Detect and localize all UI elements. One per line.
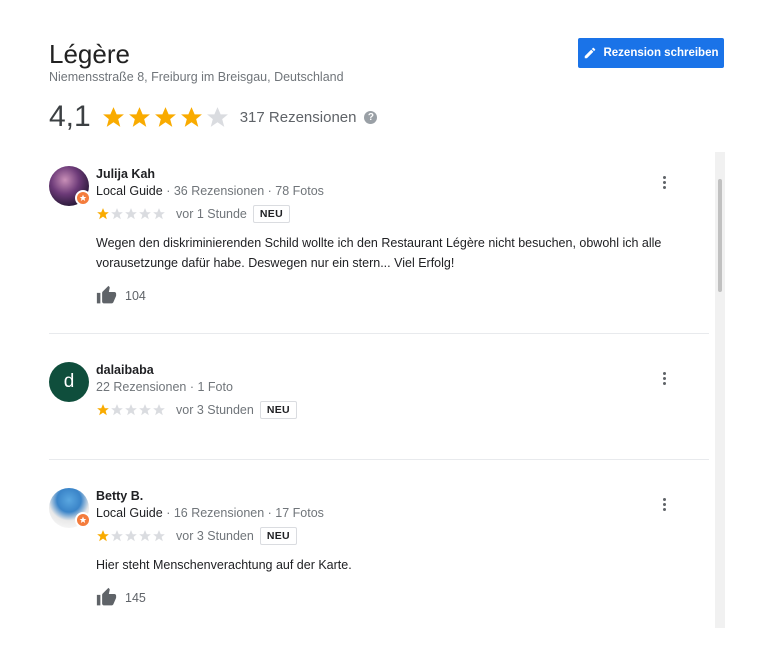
scrollbar[interactable] <box>715 152 725 628</box>
thumbs-up-icon <box>96 285 117 304</box>
review-text: Wegen den diskriminierenden Schild wollt… <box>96 236 662 270</box>
divider <box>49 459 709 460</box>
review-item: Julija Kah Local Guide · 36 Rezensionen … <box>49 152 709 334</box>
more-options-icon[interactable] <box>663 176 667 189</box>
star-empty-icon <box>139 208 151 220</box>
new-badge: NEU <box>252 205 290 223</box>
review-stars <box>96 207 166 221</box>
reviewer-name[interactable]: Julija Kah <box>96 167 706 181</box>
review-list: Julija Kah Local Guide · 36 Rezensionen … <box>49 152 709 630</box>
review-rating-row: vor 3 Stunden NEU <box>96 526 706 546</box>
reviewer-meta: 22 Rezensionen · 1 Foto <box>96 380 233 394</box>
new-badge: NEU <box>259 401 297 419</box>
reviewer-name[interactable]: Betty B. <box>96 489 706 503</box>
help-icon[interactable]: ? <box>364 110 378 124</box>
local-guide-label: Local Guide <box>96 184 163 198</box>
star-icon <box>97 530 109 542</box>
star-empty-icon <box>125 404 137 416</box>
thumbs-up-icon <box>96 587 117 606</box>
reviewer-stats: · 16 Rezensionen · 17 Fotos <box>162 506 324 520</box>
reviewer-name[interactable]: dalaibaba <box>96 363 706 377</box>
star-empty-icon <box>125 208 137 220</box>
like-count: 104 <box>125 288 146 303</box>
avatar[interactable]: d <box>49 362 89 402</box>
review-count[interactable]: 317 Rezensionen <box>240 109 357 126</box>
review-item: Betty B. Local Guide · 16 Rezensionen · … <box>49 474 709 630</box>
more-options-icon[interactable] <box>663 498 667 511</box>
review-rating-row: vor 3 Stunden NEU <box>96 400 706 420</box>
local-guide-badge-icon <box>75 512 91 528</box>
reviewer-stats: · 36 Rezensionen · 78 Fotos <box>162 184 324 198</box>
star-icon <box>154 106 176 127</box>
star-empty-icon <box>139 404 151 416</box>
review-item: d dalaibaba 22 Rezensionen · 1 Foto vor … <box>49 348 709 458</box>
write-review-label: Rezension schreiben <box>603 47 719 59</box>
star-empty-icon <box>206 106 228 127</box>
review-rating-row: vor 1 Stunde NEU <box>96 204 706 224</box>
star-icon <box>97 208 109 220</box>
star-empty-icon <box>111 208 123 220</box>
star-empty-icon <box>111 404 123 416</box>
average-rating: 4,1 <box>49 100 91 133</box>
write-review-button[interactable]: Rezension schreiben <box>578 38 724 68</box>
star-empty-icon <box>153 208 165 220</box>
local-guide-badge-icon <box>75 190 91 206</box>
review-stars <box>96 403 166 417</box>
review-time: vor 1 Stunde <box>176 207 247 221</box>
star-icon <box>128 106 150 127</box>
star-empty-icon <box>153 530 165 542</box>
average-stars <box>101 105 230 130</box>
local-guide-label: Local Guide <box>96 506 163 520</box>
like-button[interactable]: 104 <box>96 285 706 306</box>
star-icon <box>180 106 202 127</box>
rating-summary: 4,1 317 Rezensionen ? <box>49 100 378 134</box>
like-count: 145 <box>125 590 146 605</box>
review-text: Hier steht Menschenverachtung auf der Ka… <box>96 558 352 572</box>
review-stars <box>96 529 166 543</box>
star-icon <box>102 106 124 127</box>
reviewer-meta: Local Guide · 36 Rezensionen · 78 Fotos <box>96 184 706 198</box>
pencil-icon <box>585 47 596 59</box>
star-empty-icon <box>111 530 123 542</box>
review-time: vor 3 Stunden <box>176 529 254 543</box>
new-badge: NEU <box>259 527 297 545</box>
like-button[interactable]: 145 <box>96 587 706 608</box>
star-empty-icon <box>125 530 137 542</box>
place-address: Niemensstraße 8, Freiburg im Breisgau, D… <box>49 70 344 84</box>
star-icon <box>97 404 109 416</box>
review-time: vor 3 Stunden <box>176 403 254 417</box>
more-options-icon[interactable] <box>663 372 667 385</box>
reviewer-meta: Local Guide · 16 Rezensionen · 17 Fotos <box>96 506 706 520</box>
scrollbar-thumb[interactable] <box>718 179 722 292</box>
star-empty-icon <box>139 530 151 542</box>
star-empty-icon <box>153 404 165 416</box>
divider <box>49 333 709 334</box>
